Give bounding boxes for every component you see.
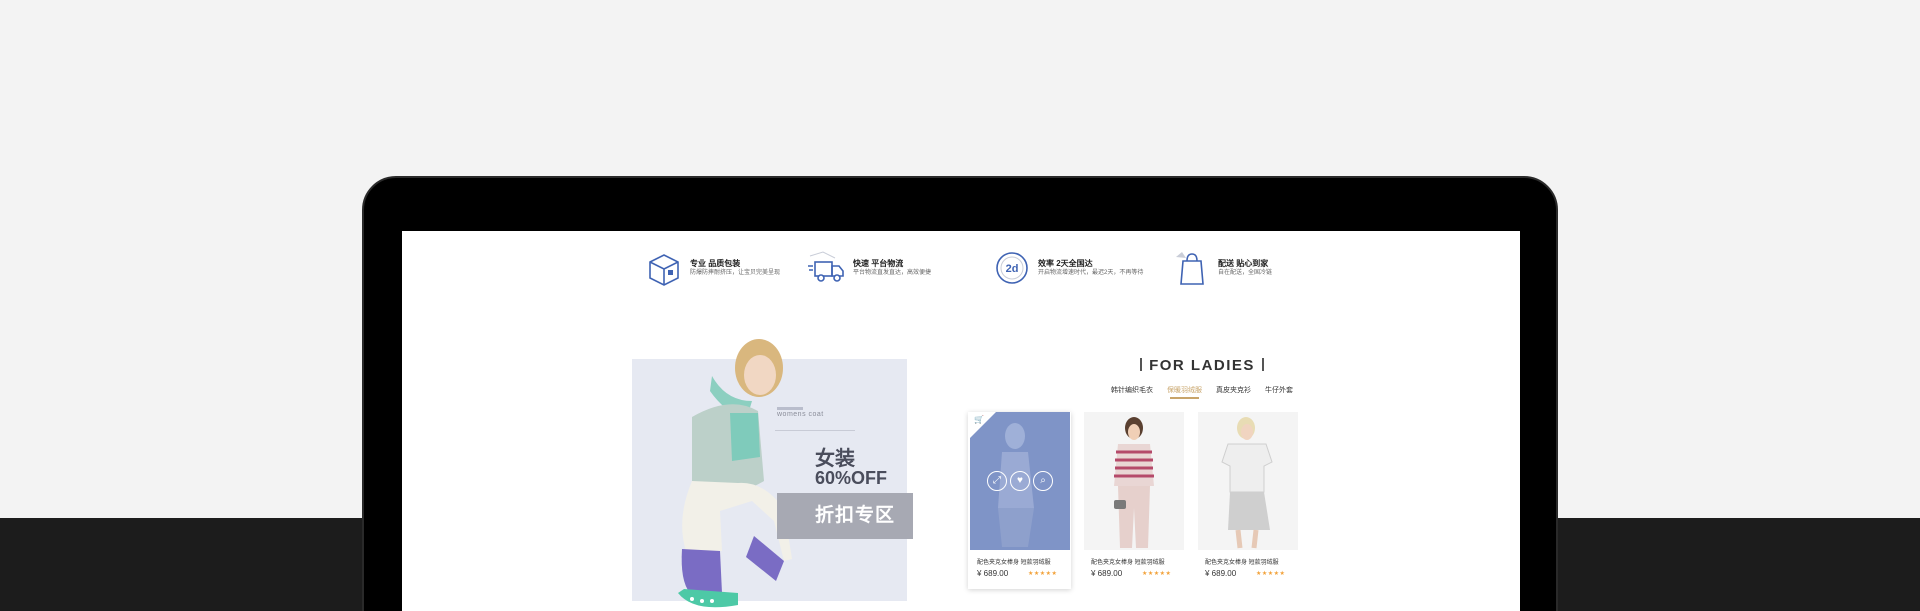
product-image[interactable] bbox=[1198, 412, 1298, 550]
model-photo bbox=[1221, 417, 1273, 549]
feature-subtitle: 防爆防摔耐挤压，让宝贝完美呈现 bbox=[690, 270, 781, 276]
feature-title: 快速 平台物流 bbox=[853, 259, 904, 268]
heading-divider bbox=[1140, 358, 1143, 371]
discount-zone-button[interactable]: 折扣专区 bbox=[777, 493, 913, 539]
cart-icon[interactable]: 🛒 bbox=[974, 415, 984, 424]
feature-subtitle: 平台物流直发直达，高效便捷 bbox=[853, 270, 932, 276]
search-icon[interactable]: ⌕ bbox=[1033, 471, 1053, 491]
product-name[interactable]: 配色夹克女棒身 短款羽绒服 bbox=[1091, 557, 1165, 566]
feature-title: 专业 品质包装 bbox=[690, 259, 741, 268]
web-page: 专业 品质包装 防爆防摔耐挤压，让宝贝完美呈现 快速 平台物流 平台物流直发直达… bbox=[402, 231, 1520, 611]
product-name[interactable]: 配色夹克女棒身 短款羽绒服 bbox=[977, 557, 1051, 566]
tab-leather-jacket[interactable]: 真皮夹克衫 bbox=[1216, 385, 1251, 399]
package-box-icon bbox=[649, 254, 679, 286]
promo-title: 女装 bbox=[815, 448, 855, 470]
heart-icon[interactable]: ♥ bbox=[1010, 471, 1030, 491]
feature-delivery: 配送 贴心到家 自在配送，全国冷链 bbox=[1172, 248, 1272, 288]
feature-packaging: 专业 品质包装 防爆防摔耐挤压，让宝贝完美呈现 bbox=[644, 248, 780, 288]
svg-text:2d: 2d bbox=[1006, 263, 1019, 275]
rating-stars: ★★★★★ bbox=[1142, 571, 1172, 577]
model-photo bbox=[678, 339, 792, 608]
product-card[interactable]: 🛒 ⤢ ♥ ⌕ 配色夹克女棒身 短款羽绒服 ¥ 689.00 ★★★★★ bbox=[968, 412, 1071, 589]
promo-subtitle: womens coat bbox=[777, 411, 824, 418]
product-price: ¥ 689.00 bbox=[1205, 569, 1237, 578]
heading-divider bbox=[1261, 358, 1264, 371]
feature-two-day: 2d 效率 2天全国达 开启物流增速时代，最迟2天，不再等待 bbox=[992, 248, 1143, 288]
tab-sweater[interactable]: 韩针编织毛衣 bbox=[1111, 385, 1153, 399]
product-image[interactable]: 🛒 ⤢ ♥ ⌕ bbox=[970, 412, 1070, 550]
feature-strip: 专业 品质包装 防爆防摔耐挤压，让宝贝完美呈现 快速 平台物流 平台物流直发直达… bbox=[402, 248, 1520, 288]
tab-down-jacket[interactable]: 保暖羽绒服 bbox=[1167, 385, 1202, 399]
product-card[interactable]: 配色夹克女棒身 短款羽绒服 ¥ 689.00 ★★★★★ bbox=[1082, 412, 1185, 589]
promo-accent-bar bbox=[777, 407, 803, 410]
compare-icon[interactable]: ⤢ bbox=[987, 471, 1007, 491]
feature-subtitle: 开启物流增速时代，最迟2天，不再等待 bbox=[1038, 270, 1144, 276]
product-card[interactable]: 配色夹克女棒身 短款羽绒服 ¥ 689.00 ★★★★★ bbox=[1196, 412, 1299, 589]
promo-discount: 60%OFF bbox=[815, 468, 888, 488]
product-price: ¥ 689.00 bbox=[977, 569, 1009, 578]
section-heading: FOR LADIES bbox=[1082, 357, 1322, 374]
promo-divider bbox=[775, 430, 855, 431]
tab-denim-coat[interactable]: 牛仔外套 bbox=[1265, 385, 1293, 399]
heading-text: FOR LADIES bbox=[1149, 357, 1255, 374]
feature-title: 配送 贴心到家 bbox=[1218, 259, 1269, 268]
feature-subtitle: 自在配送，全国冷链 bbox=[1218, 270, 1273, 276]
product-image[interactable] bbox=[1084, 412, 1184, 550]
rating-stars: ★★★★★ bbox=[1028, 571, 1058, 577]
category-tabs: 韩针编织毛衣 保暖羽绒服 真皮夹克衫 牛仔外套 bbox=[1052, 385, 1352, 399]
shopping-bag-icon bbox=[1176, 252, 1204, 285]
feature-title: 效率 2天全国达 bbox=[1038, 259, 1093, 268]
delivery-truck-icon bbox=[808, 251, 844, 282]
product-name[interactable]: 配色夹克女棒身 短款羽绒服 bbox=[1205, 557, 1279, 566]
two-day-clock-icon: 2d bbox=[996, 252, 1028, 284]
product-price: ¥ 689.00 bbox=[1091, 569, 1123, 578]
rating-stars: ★★★★★ bbox=[1256, 571, 1286, 577]
feature-logistics: 快速 平台物流 平台物流直发直达，高效便捷 bbox=[807, 248, 931, 288]
model-photo bbox=[1114, 417, 1154, 548]
